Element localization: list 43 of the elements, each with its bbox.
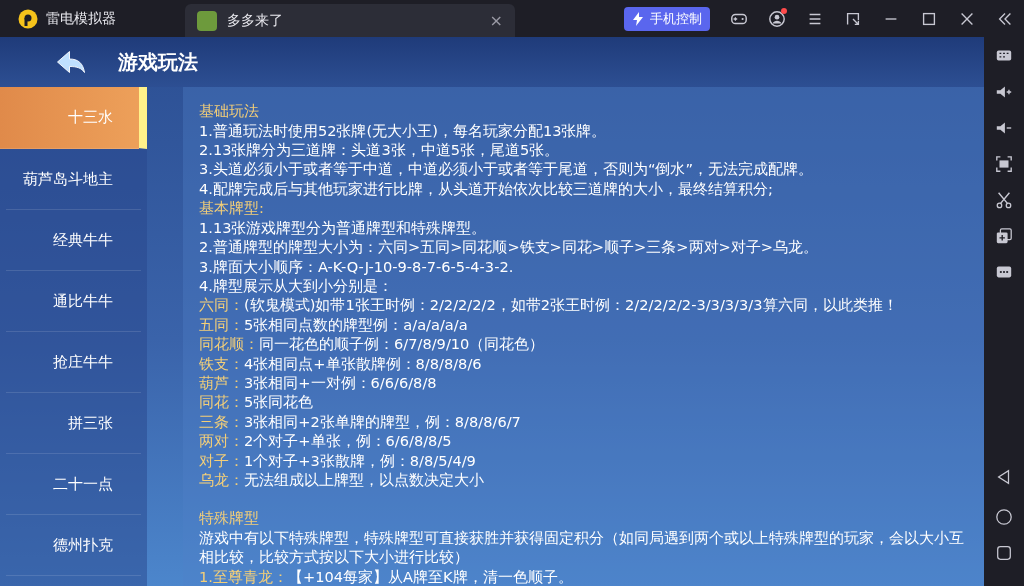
rule-text: 4.配牌完成后与其他玩家进行比牌，从头道开始依次比较三道牌的大小，最终结算积分; — [199, 178, 774, 199]
rule-text: 3.头道必须小于或者等于中道，中道必须小于或者等于尾道，否则为“倒水”，无法完成配牌。 — [199, 159, 815, 179]
rule-text: 1.至尊青龙：【+104每家】从A牌至K牌，清一色顺子。 — [199, 566, 574, 586]
app-tab[interactable]: 多多来了 × — [185, 4, 515, 37]
rule-text: 1.普通玩法时使用52张牌(无大小王)，每名玩家分配13张牌。 — [199, 120, 608, 141]
rule-text: 三条：3张相同+2张单牌的牌型，例：8/8/8/6/7 — [199, 411, 522, 432]
screenshot-icon[interactable] — [995, 155, 1013, 173]
rule-text: 乌龙：无法组成以上牌型，以点数决定大小 — [199, 469, 485, 490]
game-tab[interactable]: 葫芦岛斗地主 — [6, 149, 141, 211]
recent-apps-icon[interactable] — [995, 544, 1013, 562]
lightning-icon — [632, 11, 644, 26]
rule-text: 1.13张游戏牌型分为普通牌型和特殊牌型。 — [199, 217, 488, 238]
rule-text: 3.牌面大小顺序：A-K-Q-J-10-9-8-7-6-5-4-3-2. — [199, 256, 515, 276]
rule-text: 两对：2个对子+单张，例：6/6/8/8/5 — [199, 431, 453, 451]
game-tab[interactable]: 二十一点 — [6, 454, 141, 516]
game-tab[interactable]: 抢庄牛牛 — [6, 332, 141, 394]
game-tab[interactable]: 拼三张 — [6, 393, 141, 455]
rule-text: 六同：(软鬼模式)如带1张王时例：2/2/2/2/2，如带2张王时例：2/2/2/2/2-3/3/3/3/3算六同，以此类推！ — [199, 295, 899, 315]
rule-text: 同花顺：同一花色的顺子例：6/7/8/9/10（同花色） — [199, 334, 546, 354]
app-name: 雷电模拟器 — [46, 9, 116, 28]
section-heading: 特殊牌型 — [199, 508, 260, 528]
rule-text: 五同：5张相同点数的牌型例：a/a/a/a/a — [199, 314, 469, 335]
user-icon[interactable] — [768, 9, 786, 28]
app-icon — [197, 10, 217, 31]
rule-text: 同花：5张同花色 — [199, 392, 315, 412]
rule-text: 4.牌型展示从大到小分别是： — [199, 275, 394, 296]
rule-text: 铁支：4张相同点+单张散牌例：8/8/8/8/6 — [199, 353, 483, 373]
rule-text: 葫芦：3张相同+一对例：6/6/6/8/8 — [199, 372, 438, 393]
add-window-icon[interactable] — [995, 227, 1013, 245]
rule-text: 游戏中有以下特殊牌型，特殊牌型可直接获胜并获得固定积分（如同局遇到两个或以上特殊牌型的玩家，会以大小互相比较，比较方式按以下大小进行比较） — [199, 527, 965, 567]
game-tab[interactable]: 德州扑克 — [6, 515, 141, 577]
scissors-icon[interactable] — [995, 191, 1013, 209]
rule-text: 对子：1个对子+3张散牌，例：8/8/5/4/9 — [199, 450, 477, 470]
phone-control-button[interactable]: 手机控制 — [624, 6, 710, 31]
home-icon[interactable] — [995, 508, 1013, 526]
game-tab[interactable]: 经典牛牛 — [6, 210, 141, 272]
game-tab[interactable]: 通比牛牛 — [6, 271, 141, 333]
rule-text: 2.13张牌分为三道牌：头道3张，中道5张，尾道5张。 — [199, 140, 561, 160]
section-heading: 基本牌型: — [199, 198, 265, 218]
section-heading: 基础玩法 — [199, 101, 260, 121]
page-title: 游戏玩法 — [118, 48, 198, 76]
logo-icon — [18, 8, 38, 29]
rule-text: 2.普通牌型的牌型大小为：六同>五同>同花顺>铁支>同花>顺子>三条>两对>对子>乌龙。 — [199, 237, 819, 257]
